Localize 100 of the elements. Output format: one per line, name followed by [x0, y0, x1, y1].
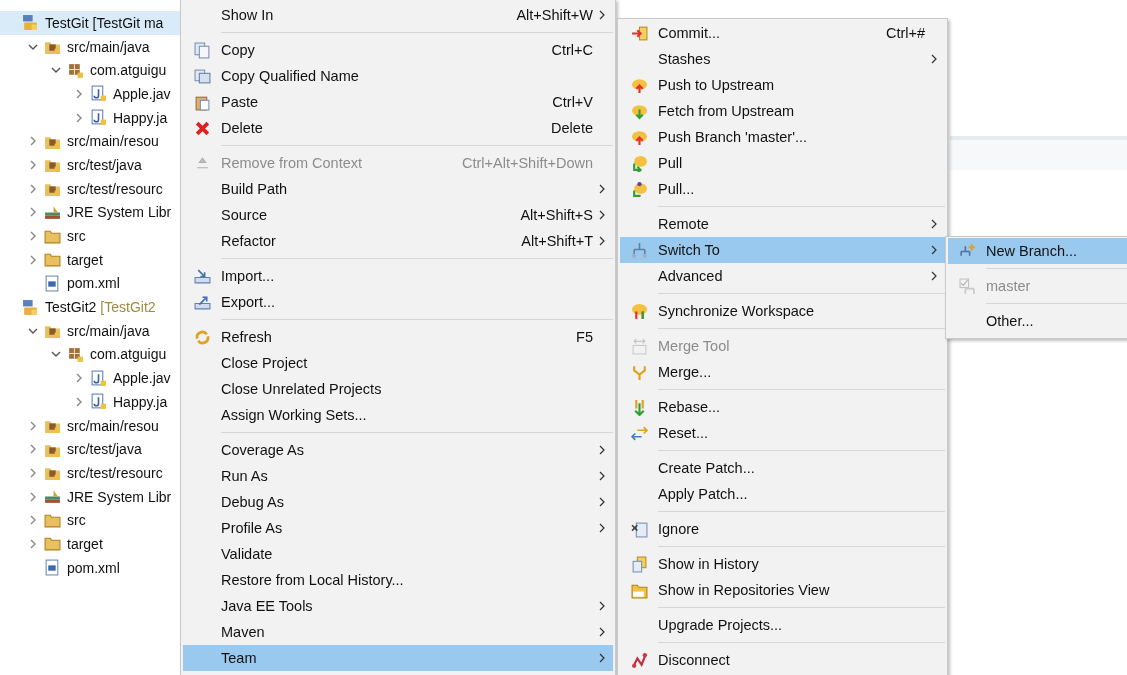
menu-item[interactable]: Close Unrelated Projects: [183, 376, 613, 402]
chevron-right-icon[interactable]: [28, 538, 38, 549]
export-icon: [193, 293, 211, 311]
tree-item[interactable]: TestGit2 [TestGit2: [0, 295, 180, 319]
tree-item[interactable]: JRE System Libr: [0, 200, 180, 225]
menu-item[interactable]: Other...: [948, 308, 1127, 334]
menu-item[interactable]: Commit... Ctrl+#: [620, 20, 945, 46]
chevron-right-icon[interactable]: [74, 396, 84, 407]
menu-item[interactable]: Remote: [620, 211, 945, 237]
menu-item[interactable]: Restore from Local History...: [183, 567, 613, 593]
chevron-right-icon[interactable]: [28, 467, 38, 478]
chevron-right-icon[interactable]: [74, 112, 84, 123]
tree-item[interactable]: src/main/java: [0, 34, 180, 59]
menu-item[interactable]: Debug As: [183, 489, 613, 515]
chevron-right-icon[interactable]: [28, 136, 38, 147]
tree-item[interactable]: com.atguigu: [0, 58, 180, 83]
tree-item[interactable]: Apple.jav: [0, 366, 180, 390]
tree-item[interactable]: pom.xml: [0, 271, 180, 296]
tree-item-label: Apple.jav: [113, 85, 171, 102]
menu-item[interactable]: Fetch from Upstream: [620, 98, 945, 124]
tree-item[interactable]: src: [0, 508, 180, 533]
menu-item[interactable]: Create Patch...: [620, 455, 945, 481]
tree-item-label: target: [67, 251, 103, 268]
menu-item[interactable]: Stashes: [620, 46, 945, 72]
menu-item[interactable]: Pull...: [620, 176, 945, 202]
menu-item[interactable]: Assign Working Sets...: [183, 402, 613, 428]
menu-item[interactable]: Copy Ctrl+C: [183, 37, 613, 63]
menu-item[interactable]: Maven: [183, 619, 613, 645]
menu-item[interactable]: Run As: [183, 463, 613, 489]
menu-item[interactable]: Show in Repositories View: [620, 577, 945, 603]
menu-item[interactable]: Push to Upstream: [620, 72, 945, 98]
chevron-right-icon[interactable]: [28, 183, 38, 194]
menu-item[interactable]: Show In Alt+Shift+W: [183, 2, 613, 28]
menu-item[interactable]: Upgrade Projects...: [620, 612, 945, 638]
chevron-right-icon[interactable]: [28, 159, 38, 170]
folder-icon: [44, 535, 61, 553]
menu-item[interactable]: Copy Qualified Name: [183, 63, 613, 89]
chevron-right-icon[interactable]: [28, 207, 38, 218]
chevron-right-icon[interactable]: [74, 88, 84, 99]
menu-item[interactable]: Team: [183, 645, 613, 671]
menu-item[interactable]: Profile As: [183, 515, 613, 541]
chevron-right-icon[interactable]: [28, 444, 38, 455]
tree-item[interactable]: src/main/java: [0, 318, 180, 343]
tree-item[interactable]: src/test/java: [0, 153, 180, 177]
cross-icon: [193, 119, 211, 137]
tree-item[interactable]: src/main/resou: [0, 413, 180, 438]
menu-item[interactable]: Advanced: [620, 263, 945, 289]
menu-item[interactable]: Rebase...: [620, 394, 945, 420]
tree-item[interactable]: JRE System Libr: [0, 484, 180, 509]
tree-item[interactable]: pom.xml: [0, 555, 180, 580]
chevron-right-icon[interactable]: [28, 491, 38, 502]
menu-item[interactable]: Refresh F5: [183, 324, 613, 350]
menu-item[interactable]: Synchronize Workspace: [620, 298, 945, 324]
tree-item[interactable]: Happy.ja: [0, 390, 180, 414]
tree-item[interactable]: src/test/resourc: [0, 461, 180, 485]
menu-item[interactable]: Build Path: [183, 176, 613, 202]
menu-item[interactable]: Export...: [183, 289, 613, 315]
menu-item[interactable]: Java EE Tools: [183, 593, 613, 619]
menu-item[interactable]: Merge...: [620, 359, 945, 385]
menu-item[interactable]: Paste Ctrl+V: [183, 89, 613, 115]
menu-item[interactable]: Apply Patch...: [620, 481, 945, 507]
documents-icon: [193, 67, 211, 85]
menu-item[interactable]: Push Branch 'master'...: [620, 124, 945, 150]
chevron-right-icon[interactable]: [28, 420, 38, 431]
tree-item[interactable]: target: [0, 247, 180, 272]
menu-item[interactable]: Import...: [183, 263, 613, 289]
shortcut-text: Alt+Shift+W: [516, 7, 593, 23]
tree-item[interactable]: src/test/java: [0, 437, 180, 462]
menu-item[interactable]: Validate: [183, 541, 613, 567]
menu-item[interactable]: New Branch...: [948, 238, 1127, 264]
menu-item[interactable]: Show in History: [620, 551, 945, 577]
tree-item[interactable]: src/main/resou: [0, 129, 180, 154]
menu-item[interactable]: Ignore: [620, 516, 945, 542]
tree-item[interactable]: target: [0, 532, 180, 556]
chevron-right-icon[interactable]: [28, 254, 38, 265]
arrow-into-box-icon: [630, 24, 648, 42]
chevron-right-icon[interactable]: [74, 373, 84, 384]
tree-item[interactable]: Apple.jav: [0, 82, 180, 106]
project-icon: [22, 298, 39, 316]
tree-item[interactable]: com.atguigu: [0, 342, 180, 367]
tree-item[interactable]: TestGit [TestGit ma: [0, 11, 180, 35]
chevron-right-icon[interactable]: [28, 231, 38, 242]
menu-item[interactable]: Delete Delete: [183, 115, 613, 141]
menu-item[interactable]: Source Alt+Shift+S: [183, 202, 613, 228]
tree-item[interactable]: src/test/resourc: [0, 176, 180, 201]
menu-item[interactable]: Reset...: [620, 420, 945, 446]
shortcut-text: F5: [576, 329, 593, 345]
tree-item[interactable]: src: [0, 224, 180, 248]
tree-item[interactable]: Happy.ja: [0, 105, 180, 130]
menu-item[interactable]: Close Project: [183, 350, 613, 376]
menu-item[interactable]: Pull: [620, 150, 945, 176]
shortcut-text: Ctrl+Alt+Shift+Down: [462, 155, 593, 171]
menu-item[interactable]: Refactor Alt+Shift+T: [183, 228, 613, 254]
menu-item[interactable]: Switch To: [620, 237, 945, 263]
menu-item[interactable]: Coverage As: [183, 437, 613, 463]
java-file-icon: [90, 369, 107, 387]
chevron-right-icon[interactable]: [28, 515, 38, 526]
cloud-upload-icon: [630, 128, 648, 146]
menu-item[interactable]: Disconnect: [620, 647, 945, 673]
tree-item-label: src/main/java: [67, 38, 150, 55]
